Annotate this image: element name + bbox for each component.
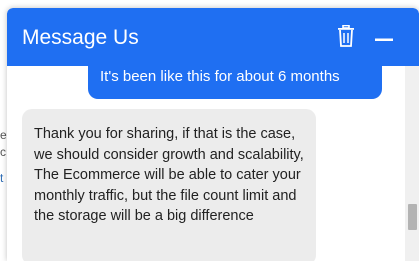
minimize-button[interactable] xyxy=(371,25,397,51)
scrollbar-thumb[interactable] xyxy=(408,204,417,230)
background-text-fragment: e xyxy=(0,128,7,142)
messages-scrollbar[interactable] xyxy=(405,66,419,261)
chat-header: Message Us xyxy=(7,8,419,66)
delete-conversation-button[interactable] xyxy=(333,24,359,52)
minimize-icon xyxy=(375,29,393,47)
agent-message-text: Thank you for sharing, if that is the ca… xyxy=(34,126,304,224)
messages-area[interactable]: It's been like this for about 6 months T… xyxy=(7,66,419,261)
trash-icon xyxy=(337,24,355,52)
user-message-text: It's been like this for about 6 months xyxy=(100,68,340,85)
chat-widget: Message Us It's been like this for about… xyxy=(7,8,419,261)
agent-message-bubble: Thank you for sharing, if that is the ca… xyxy=(22,109,316,261)
background-link-fragment[interactable]: t xyxy=(0,171,3,185)
user-message-bubble: It's been like this for about 6 months xyxy=(88,66,382,99)
chat-title: Message Us xyxy=(22,26,139,49)
background-text-fragment: c xyxy=(0,145,6,159)
